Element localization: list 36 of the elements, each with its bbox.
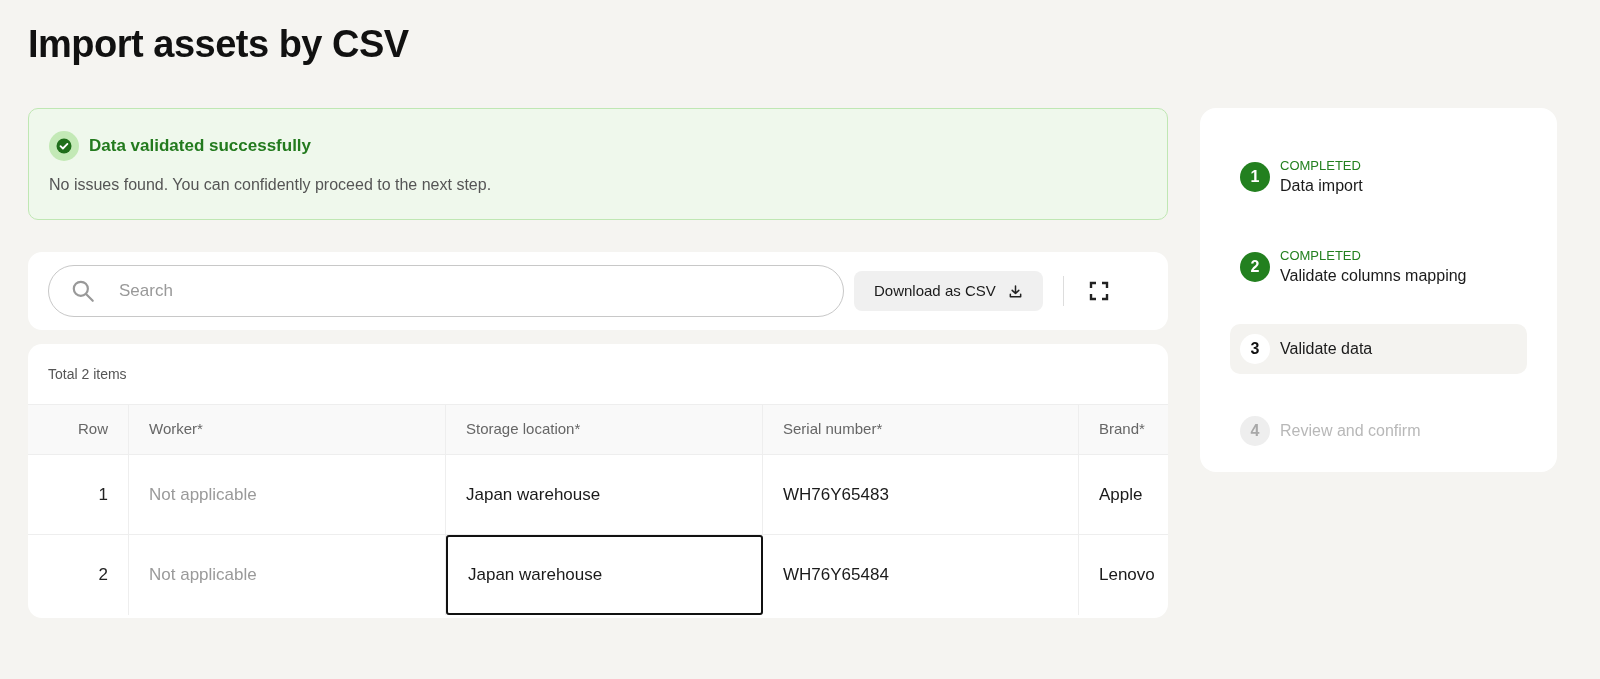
- alert-message: No issues found. You can confidently proceed to the next step.: [49, 175, 492, 195]
- table-cell[interactable]: 1: [28, 455, 129, 534]
- search-field[interactable]: Search: [48, 265, 844, 317]
- step-item[interactable]: 2 COMPLETED Validate columns mapping: [1230, 242, 1527, 292]
- step-number: 3: [1240, 334, 1270, 364]
- check-circle-icon: [49, 131, 79, 161]
- table-cell[interactable]: WH76Y65484: [763, 535, 1079, 615]
- column-header: Row: [28, 405, 129, 454]
- step-label: Data import: [1280, 176, 1363, 196]
- column-header: Brand*: [1098, 419, 1146, 440]
- table-cell[interactable]: WH76Y65483: [763, 455, 1079, 534]
- step-status: COMPLETED: [1280, 157, 1362, 175]
- table-cell[interactable]: Japan warehouse: [446, 455, 763, 534]
- step-label: Validate columns mapping: [1280, 266, 1467, 286]
- step-number: 2: [1240, 252, 1270, 282]
- fullscreen-icon: [1088, 281, 1109, 301]
- download-icon: [1007, 283, 1023, 299]
- column-header: Serial number*: [763, 405, 1079, 454]
- table-cell[interactable]: Apple: [1079, 455, 1168, 534]
- step-status: COMPLETED: [1280, 247, 1362, 265]
- download-button[interactable]: Download as CSV: [854, 271, 1043, 311]
- step-label: Validate data: [1280, 339, 1373, 359]
- alert-title: Data validated successfully: [89, 135, 312, 158]
- step-item[interactable]: 3 Validate data: [1230, 324, 1527, 374]
- table-cell[interactable]: Japan warehouse: [446, 535, 763, 615]
- total-count: Total 2 items: [47, 364, 128, 384]
- page-title: Import assets by CSV: [28, 22, 409, 67]
- table-cell[interactable]: Lenovo: [1079, 535, 1168, 615]
- column-header: Storage location*: [446, 405, 763, 454]
- step-number: 4: [1240, 416, 1270, 446]
- search-icon: [70, 278, 96, 304]
- column-header: Worker*: [129, 405, 446, 454]
- step-label: Review and confirm: [1280, 421, 1421, 441]
- table-cell[interactable]: 2: [28, 535, 129, 615]
- step-item[interactable]: 1 COMPLETED Data import: [1230, 152, 1527, 202]
- step-number: 1: [1240, 162, 1270, 192]
